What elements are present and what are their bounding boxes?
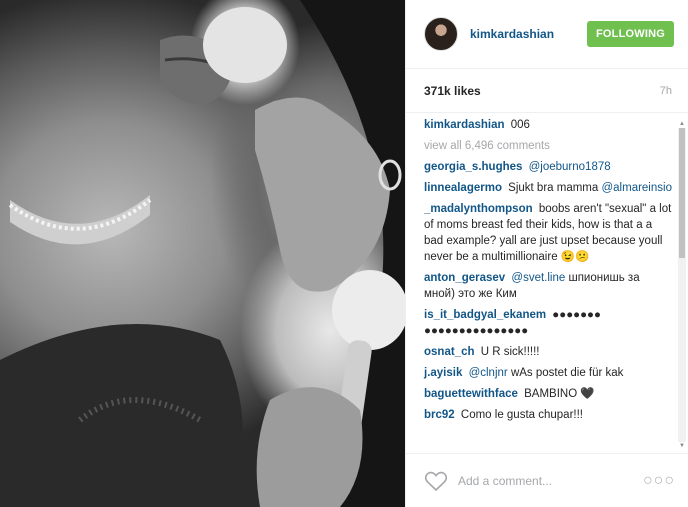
post-meta: 371k likes 7h [406,69,688,113]
comment-item: georgia_s.hughes @joeburno1878 [424,159,673,175]
comment-user[interactable]: osnat_ch [424,346,475,358]
comment-item: brc92 Como le gusta chupar!!! [424,407,673,423]
comment-item: baguettewithface BAMBINO 🖤 [424,386,673,402]
comment-item: j.ayisik @clnjnr wAs postet die für kak [424,365,673,381]
post-header: kimkardashian FOLLOWING [406,0,688,69]
post-time[interactable]: 7h [660,85,672,97]
comment-user[interactable]: linnealagermo [424,182,502,194]
comment-text: U R sick!!!!! [480,346,540,358]
post-photo [0,0,405,507]
comments-scrollbar[interactable]: ▲ ▼ [678,120,686,450]
comment-item: osnat_ch U R sick!!!!! [424,344,673,360]
comment-item: anton_gerasev @svet.line шпионишь за мно… [424,270,673,302]
add-comment-input[interactable] [458,473,643,488]
comment-user[interactable]: georgia_s.hughes [424,161,522,173]
caption-user[interactable]: kimkardashian [424,119,505,131]
heart-outline-icon[interactable] [424,470,448,492]
comment-text: Sjukt bra mamma [508,182,599,194]
comment-mention[interactable]: @almareinsio [601,182,671,194]
comment-item: is_it_badgyal_ekanem ●●●●●●● ●●●●●●●●●●●… [424,307,673,339]
comments-list[interactable]: kimkardashian 006 view all 6,496 comment… [406,113,688,453]
scroll-down-arrow-icon[interactable]: ▼ [678,442,686,450]
comment-mention[interactable]: @svet.line [511,272,565,284]
comment-text: wAs postet die für kak [510,367,624,379]
scroll-thumb[interactable] [679,128,685,258]
comment-mention[interactable]: @joeburno1878 [529,161,611,173]
comment-item: linnealagermo Sjukt bra mamma @almareins… [424,180,673,196]
comment-user[interactable]: is_it_badgyal_ekanem [424,309,546,321]
post-panel: kimkardashian FOLLOWING 371k likes 7h ki… [405,0,688,507]
likes-count[interactable]: 371k likes [424,84,481,98]
caption-text: 006 [510,119,530,131]
view-all-comments-link[interactable]: view all 6,496 comments [424,138,673,154]
photo-illustration [0,0,405,507]
comment-text: BAMBINO 🖤 [524,388,595,400]
username-link[interactable]: kimkardashian [470,27,587,41]
comment-item: _madalynthompson boobs aren't "sexual" a… [424,201,673,265]
comment-user[interactable]: anton_gerasev [424,272,505,284]
comment-user[interactable]: _madalynthompson [424,203,533,215]
comment-user[interactable]: brc92 [424,409,455,421]
caption: kimkardashian 006 [424,117,673,133]
scroll-up-arrow-icon[interactable]: ▲ [678,120,686,128]
comment-text: Como le gusta chupar!!! [460,409,583,421]
comment-user[interactable]: j.ayisik [424,367,462,379]
avatar[interactable] [424,17,458,51]
post-footer: ○○○ [406,453,688,507]
comment-user[interactable]: baguettewithface [424,388,518,400]
following-button[interactable]: FOLLOWING [587,21,674,47]
comment-mention[interactable]: @clnjnr [469,367,508,379]
more-options-icon[interactable]: ○○○ [643,472,675,490]
